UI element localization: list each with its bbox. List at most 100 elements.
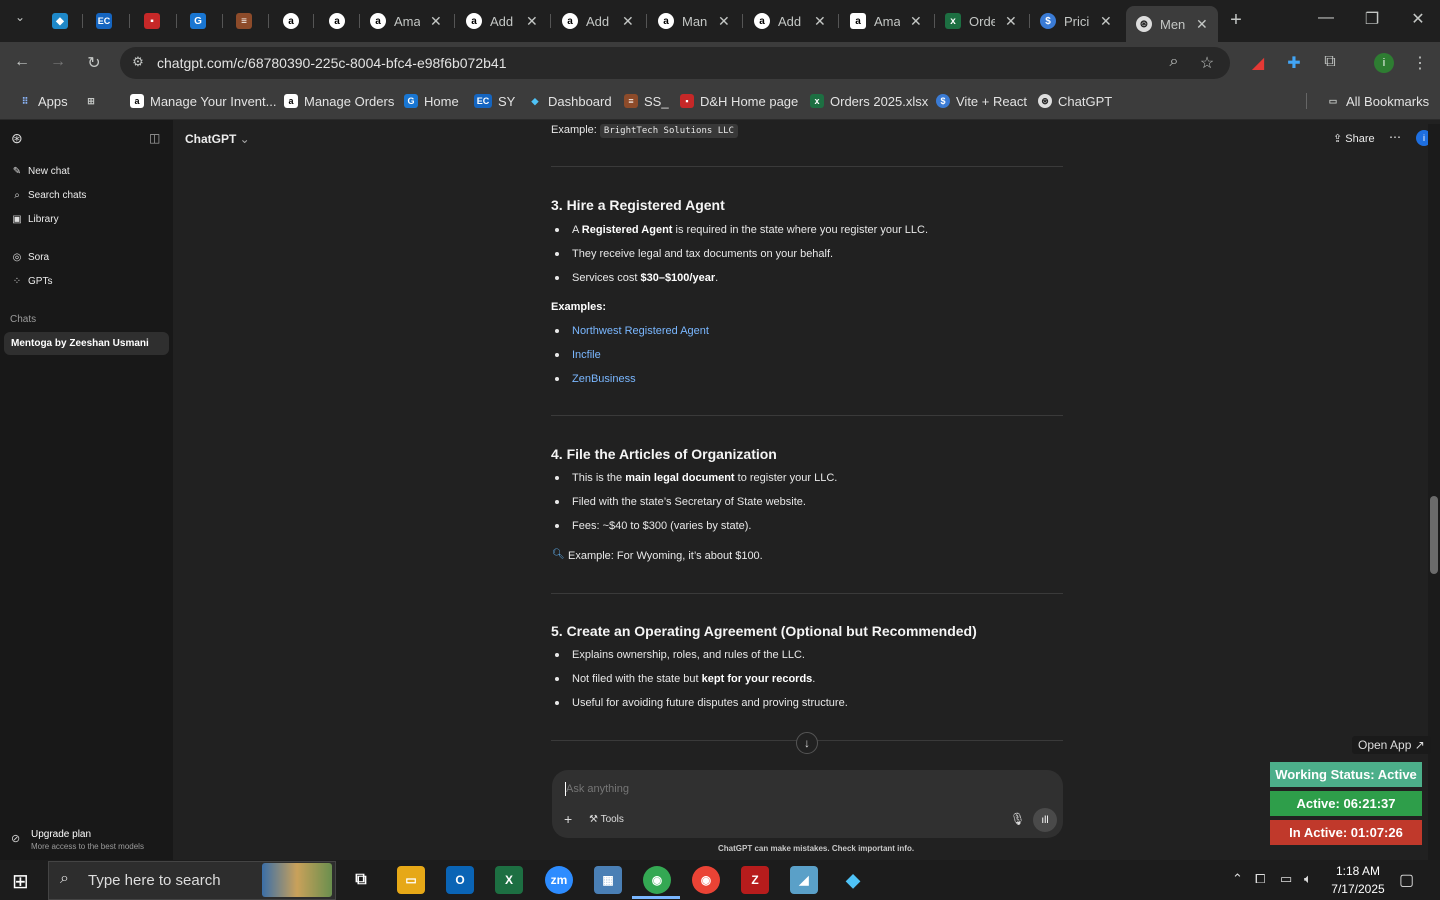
clock-date[interactable]: 7/17/2025 xyxy=(1328,882,1388,896)
more-options-icon[interactable]: ⋯ xyxy=(1389,130,1401,144)
open-app-button[interactable]: Open App ↗ xyxy=(1352,736,1431,754)
back-icon[interactable]: ← xyxy=(10,53,34,71)
windows-start-icon[interactable]: ⊞ xyxy=(12,869,29,894)
close-icon[interactable]: ✕ xyxy=(1005,13,1017,30)
bookmark-item[interactable]: EC SY xyxy=(474,92,515,110)
close-icon[interactable]: ✕ xyxy=(910,13,922,30)
network-icon[interactable]: ▭ xyxy=(1280,871,1292,887)
message-input[interactable] xyxy=(566,780,986,798)
tab-search-chevron-icon[interactable]: ⌄ xyxy=(8,10,32,24)
tools-button[interactable]: ⚒ Tools xyxy=(589,814,624,825)
tab[interactable]: a Ama ✕ xyxy=(370,6,442,36)
link-incfile[interactable]: Incfile xyxy=(572,349,601,361)
close-icon[interactable]: ✕ xyxy=(718,13,730,30)
tray-security-icon[interactable]: ⧠ xyxy=(1255,871,1265,887)
outlook-icon[interactable]: O xyxy=(446,866,474,894)
tab[interactable]: G xyxy=(190,6,206,36)
bookmark-item[interactable]: ⊛ ChatGPT xyxy=(1038,92,1112,110)
new-tab-icon[interactable]: + xyxy=(1224,9,1248,32)
bookmark-apps[interactable]: ⠿ Apps xyxy=(18,92,68,110)
notifications-icon[interactable]: ▢ xyxy=(1399,870,1414,890)
model-selector[interactable]: ChatGPT ⌄ xyxy=(185,132,250,146)
chrome-profile-icon[interactable]: ◉ xyxy=(692,866,720,894)
tab[interactable]: x Orde ✕ xyxy=(945,6,1017,36)
tab[interactable]: a Add ✕ xyxy=(562,6,634,36)
profile-avatar[interactable]: i xyxy=(1374,53,1394,73)
extension-blue-icon[interactable]: ✚ xyxy=(1282,53,1306,73)
share-button[interactable]: ⇪ Share xyxy=(1333,132,1375,145)
sidebar-item-library[interactable]: ▣ Library xyxy=(12,214,58,225)
scroll-down-button[interactable]: ↓ xyxy=(796,732,818,754)
volume-muted-icon[interactable]: 🔈︎ xyxy=(1304,871,1312,887)
sidebar-toggle-icon[interactable]: ◫ xyxy=(149,131,160,145)
bookmark-tab-groups[interactable]: ⊞ xyxy=(84,92,104,110)
excel-icon[interactable]: X xyxy=(495,866,523,894)
section-heading: 3. Hire a Registered Agent xyxy=(551,197,725,213)
url-text[interactable]: chatgpt.com/c/68780390-225c-8004-bfc4-e9… xyxy=(157,55,506,71)
sidebar-item-sora[interactable]: ◎ Sora xyxy=(12,252,50,263)
voice-mode-button[interactable]: ıll xyxy=(1033,808,1057,832)
extension-red-icon[interactable]: ◢ xyxy=(1246,53,1270,73)
clock-time[interactable]: 1:18 AM xyxy=(1334,864,1382,878)
microphone-icon[interactable]: 🎙︎ xyxy=(1010,812,1025,826)
add-attachment-icon[interactable]: + xyxy=(564,811,572,827)
close-icon[interactable]: ✕ xyxy=(526,13,538,30)
sidebar-item-new-chat[interactable]: ✎ New chat xyxy=(12,166,70,177)
extensions-puzzle-icon[interactable]: ⧉ xyxy=(1318,53,1342,71)
tab[interactable]: ▪ xyxy=(144,6,160,36)
close-icon[interactable]: ✕ xyxy=(814,13,826,30)
calculator-icon[interactable]: ▦ xyxy=(594,866,622,894)
link-zenbusiness[interactable]: ZenBusiness xyxy=(572,373,636,385)
window-close-icon[interactable]: ✕ xyxy=(1406,9,1430,29)
tab[interactable]: EC xyxy=(96,6,112,36)
restore-icon[interactable]: ❐ xyxy=(1360,9,1384,29)
tab[interactable]: ◆ xyxy=(52,6,68,36)
scrollbar-thumb[interactable] xyxy=(1430,496,1438,574)
bookmark-item[interactable]: x Orders 2025.xlsx xyxy=(810,92,928,110)
close-icon[interactable]: ✕ xyxy=(430,13,442,30)
close-icon[interactable]: ✕ xyxy=(1100,13,1112,30)
zoom-icon[interactable]: ⌕ xyxy=(1162,53,1186,71)
minimize-icon[interactable]: — xyxy=(1314,9,1338,27)
diamond-app-icon[interactable]: ◆ xyxy=(839,866,867,894)
tab[interactable]: a Man ✕ xyxy=(658,6,730,36)
zoom-app-icon[interactable]: zm xyxy=(545,866,573,894)
site-info-icon[interactable]: ⚙ xyxy=(126,54,150,70)
close-icon[interactable]: ✕ xyxy=(1196,16,1208,33)
tab[interactable]: a xyxy=(329,6,345,36)
bookmark-item[interactable]: ▪ D&H Home page xyxy=(680,92,798,110)
bookmark-item[interactable]: a Manage Your Invent... xyxy=(130,92,276,110)
tab-active[interactable]: ⊛ Men ✕ xyxy=(1126,6,1218,42)
tab[interactable]: a Add ✕ xyxy=(754,6,826,36)
menu-kebab-icon[interactable]: ⋮ xyxy=(1408,53,1432,73)
bookmark-item[interactable]: G Home xyxy=(404,92,459,110)
file-explorer-icon[interactable]: ▭ xyxy=(397,866,425,894)
filezilla-icon[interactable]: Z xyxy=(741,866,769,894)
close-icon[interactable]: ✕ xyxy=(622,13,634,30)
tab[interactable]: a Add ✕ xyxy=(466,6,538,36)
forward-icon[interactable]: → xyxy=(46,53,70,71)
sidebar-item-gpts[interactable]: ⁘ GPTs xyxy=(12,276,53,287)
tab[interactable]: a xyxy=(283,6,299,36)
gpts-icon: ⁘ xyxy=(12,276,22,287)
openai-logo-icon[interactable]: ⊛ xyxy=(11,130,23,147)
task-view-icon[interactable]: ⧉ xyxy=(347,866,375,894)
sidebar-item-search-chats[interactable]: ⌕ Search chats xyxy=(12,190,86,201)
tab[interactable]: a Ama ✕ xyxy=(850,6,922,36)
bookmark-item[interactable]: ◆ Dashboard xyxy=(528,92,612,110)
tab[interactable]: $ Prici ✕ xyxy=(1040,6,1112,36)
bookmark-label: Home xyxy=(424,93,459,109)
all-bookmarks[interactable]: ▭ All Bookmarks xyxy=(1326,92,1429,110)
bookmark-item[interactable]: $ Vite + React xyxy=(936,92,1027,110)
tray-chevron-icon[interactable]: ⌃ xyxy=(1232,871,1243,887)
diamond-icon: ◆ xyxy=(531,95,539,106)
bookmark-item[interactable]: a Manage Orders xyxy=(284,92,394,110)
app-icon[interactable]: ◢ xyxy=(790,866,818,894)
bookmark-item[interactable]: ≡ SS_ xyxy=(624,92,669,110)
reload-icon[interactable]: ↻ xyxy=(82,53,106,73)
bookmark-star-icon[interactable]: ☆ xyxy=(1195,53,1219,73)
upgrade-plan-title[interactable]: Upgrade plan xyxy=(31,829,91,840)
tab[interactable]: ≡ xyxy=(236,6,252,36)
chrome-icon[interactable]: ◉ xyxy=(643,866,671,894)
link-northwest[interactable]: Northwest Registered Agent xyxy=(572,325,709,337)
